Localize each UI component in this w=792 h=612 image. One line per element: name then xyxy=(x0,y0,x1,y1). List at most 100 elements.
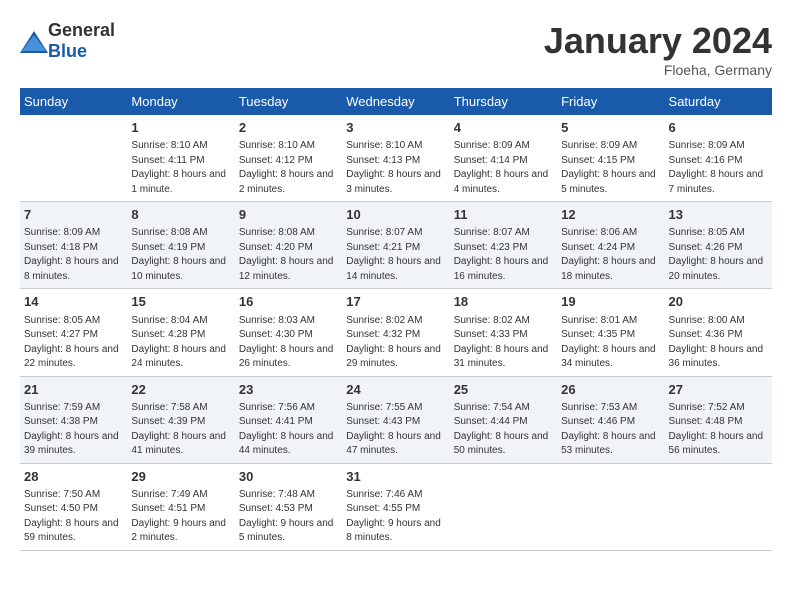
calendar-cell: 2 Sunrise: 8:10 AMSunset: 4:12 PMDaylight… xyxy=(235,115,342,202)
calendar-cell: 8 Sunrise: 8:08 AMSunset: 4:19 PMDaylight… xyxy=(127,202,234,289)
weekday-header-saturday: Saturday xyxy=(665,88,772,115)
day-number: 19 xyxy=(561,293,660,311)
day-info: Sunrise: 7:52 AMSunset: 4:48 PMDaylight:… xyxy=(669,401,768,459)
calendar-cell: 15 Sunrise: 8:04 AMSunset: 4:28 PMDayligh… xyxy=(127,289,234,376)
calendar-cell: 1 Sunrise: 8:10 AMSunset: 4:11 PMDaylight… xyxy=(127,115,234,202)
page-header: General Blue January 2024 Floeha, German… xyxy=(20,20,772,78)
day-info: Sunrise: 8:02 AMSunset: 4:32 PMDaylight:… xyxy=(346,314,445,372)
weekday-header-wednesday: Wednesday xyxy=(342,88,449,115)
day-number: 29 xyxy=(131,468,230,486)
day-number: 17 xyxy=(346,293,445,311)
logo-general: General xyxy=(48,20,115,40)
week-row-4: 21 Sunrise: 7:59 AMSunset: 4:38 PMDayligh… xyxy=(20,376,772,463)
day-info: Sunrise: 8:07 AMSunset: 4:21 PMDaylight:… xyxy=(346,226,445,284)
day-number: 23 xyxy=(239,381,338,399)
calendar-cell: 30 Sunrise: 7:48 AMSunset: 4:53 PMDayligh… xyxy=(235,463,342,550)
day-number: 5 xyxy=(561,119,660,137)
calendar-cell: 24Sunrise: 7:55 AMSunset: 4:43 PMDayligh… xyxy=(342,376,449,463)
calendar-cell: 19 Sunrise: 8:01 AMSunset: 4:35 PMDayligh… xyxy=(557,289,664,376)
day-info: Sunrise: 8:08 AMSunset: 4:20 PMDaylight:… xyxy=(239,226,338,284)
day-number: 7 xyxy=(24,206,123,224)
day-info: Sunrise: 8:04 AMSunset: 4:28 PMDaylight:… xyxy=(131,314,230,372)
calendar-cell xyxy=(450,463,557,550)
calendar-cell: 9 Sunrise: 8:08 AMSunset: 4:20 PMDaylight… xyxy=(235,202,342,289)
weekday-header-tuesday: Tuesday xyxy=(235,88,342,115)
day-number: 24 xyxy=(346,381,445,399)
day-number: 22 xyxy=(131,381,230,399)
day-info: Sunrise: 8:01 AMSunset: 4:35 PMDaylight:… xyxy=(561,314,660,372)
day-info: Sunrise: 7:50 AMSunset: 4:50 PMDaylight:… xyxy=(24,488,123,546)
day-number: 10 xyxy=(346,206,445,224)
day-info: Sunrise: 8:05 AMSunset: 4:27 PMDaylight:… xyxy=(24,314,123,372)
day-number: 26 xyxy=(561,381,660,399)
calendar-cell: 16Sunrise: 8:03 AMSunset: 4:30 PMDayligh… xyxy=(235,289,342,376)
day-number: 30 xyxy=(239,468,338,486)
day-number: 2 xyxy=(239,119,338,137)
weekday-header-thursday: Thursday xyxy=(450,88,557,115)
day-info: Sunrise: 8:05 AMSunset: 4:26 PMDaylight:… xyxy=(669,226,768,284)
day-number: 16 xyxy=(239,293,338,311)
calendar-table: SundayMondayTuesdayWednesdayThursdayFrid… xyxy=(20,88,772,551)
day-info: Sunrise: 7:53 AMSunset: 4:46 PMDaylight:… xyxy=(561,401,660,459)
day-info: Sunrise: 8:08 AMSunset: 4:19 PMDaylight:… xyxy=(131,226,230,284)
day-number: 21 xyxy=(24,381,123,399)
logo-icon xyxy=(20,31,44,51)
weekday-header-friday: Friday xyxy=(557,88,664,115)
day-number: 9 xyxy=(239,206,338,224)
day-number: 12 xyxy=(561,206,660,224)
calendar-cell: 28 Sunrise: 7:50 AMSunset: 4:50 PMDayligh… xyxy=(20,463,127,550)
day-info: Sunrise: 8:02 AMSunset: 4:33 PMDaylight:… xyxy=(454,314,553,372)
calendar-cell: 27Sunrise: 7:52 AMSunset: 4:48 PMDayligh… xyxy=(665,376,772,463)
calendar-cell: 23 Sunrise: 7:56 AMSunset: 4:41 PMDayligh… xyxy=(235,376,342,463)
day-info: Sunrise: 8:09 AMSunset: 4:14 PMDaylight:… xyxy=(454,139,553,197)
day-number: 15 xyxy=(131,293,230,311)
day-number: 4 xyxy=(454,119,553,137)
day-info: Sunrise: 8:10 AMSunset: 4:12 PMDaylight:… xyxy=(239,139,338,197)
day-info: Sunrise: 7:49 AMSunset: 4:51 PMDaylight:… xyxy=(131,488,230,546)
day-info: Sunrise: 8:09 AMSunset: 4:18 PMDaylight:… xyxy=(24,226,123,284)
day-info: Sunrise: 8:06 AMSunset: 4:24 PMDaylight:… xyxy=(561,226,660,284)
calendar-cell xyxy=(557,463,664,550)
day-number: 11 xyxy=(454,206,553,224)
day-info: Sunrise: 8:07 AMSunset: 4:23 PMDaylight:… xyxy=(454,226,553,284)
day-info: Sunrise: 7:56 AMSunset: 4:41 PMDaylight:… xyxy=(239,401,338,459)
calendar-cell: 3Sunrise: 8:10 AMSunset: 4:13 PMDaylight… xyxy=(342,115,449,202)
calendar-cell: 18Sunrise: 8:02 AMSunset: 4:33 PMDayligh… xyxy=(450,289,557,376)
day-info: Sunrise: 8:09 AMSunset: 4:16 PMDaylight:… xyxy=(669,139,768,197)
day-number: 28 xyxy=(24,468,123,486)
day-info: Sunrise: 8:09 AMSunset: 4:15 PMDaylight:… xyxy=(561,139,660,197)
calendar-cell: 25Sunrise: 7:54 AMSunset: 4:44 PMDayligh… xyxy=(450,376,557,463)
calendar-cell: 21 Sunrise: 7:59 AMSunset: 4:38 PMDayligh… xyxy=(20,376,127,463)
weekday-header-sunday: Sunday xyxy=(20,88,127,115)
week-row-3: 14 Sunrise: 8:05 AMSunset: 4:27 PMDayligh… xyxy=(20,289,772,376)
day-number: 20 xyxy=(669,293,768,311)
day-info: Sunrise: 8:10 AMSunset: 4:11 PMDaylight:… xyxy=(131,139,230,197)
day-info: Sunrise: 7:58 AMSunset: 4:39 PMDaylight:… xyxy=(131,401,230,459)
day-number: 6 xyxy=(669,119,768,137)
calendar-cell: 12 Sunrise: 8:06 AMSunset: 4:24 PMDayligh… xyxy=(557,202,664,289)
calendar-cell: 17 Sunrise: 8:02 AMSunset: 4:32 PMDayligh… xyxy=(342,289,449,376)
calendar-cell: 11 Sunrise: 8:07 AMSunset: 4:23 PMDayligh… xyxy=(450,202,557,289)
logo: General Blue xyxy=(20,20,115,62)
calendar-cell: 10 Sunrise: 8:07 AMSunset: 4:21 PMDayligh… xyxy=(342,202,449,289)
calendar-cell: 31 Sunrise: 7:46 AMSunset: 4:55 PMDayligh… xyxy=(342,463,449,550)
logo-blue: Blue xyxy=(48,41,87,61)
calendar-cell: 4 Sunrise: 8:09 AMSunset: 4:14 PMDaylight… xyxy=(450,115,557,202)
calendar-cell: 20Sunrise: 8:00 AMSunset: 4:36 PMDayligh… xyxy=(665,289,772,376)
day-info: Sunrise: 7:46 AMSunset: 4:55 PMDaylight:… xyxy=(346,488,445,546)
calendar-cell: 14 Sunrise: 8:05 AMSunset: 4:27 PMDayligh… xyxy=(20,289,127,376)
title-block: January 2024 Floeha, Germany xyxy=(544,20,772,78)
calendar-cell: 26 Sunrise: 7:53 AMSunset: 4:46 PMDayligh… xyxy=(557,376,664,463)
day-number: 31 xyxy=(346,468,445,486)
day-info: Sunrise: 7:59 AMSunset: 4:38 PMDaylight:… xyxy=(24,401,123,459)
calendar-cell: 5 Sunrise: 8:09 AMSunset: 4:15 PMDaylight… xyxy=(557,115,664,202)
weekday-header-monday: Monday xyxy=(127,88,234,115)
day-number: 13 xyxy=(669,206,768,224)
day-info: Sunrise: 7:48 AMSunset: 4:53 PMDaylight:… xyxy=(239,488,338,546)
day-number: 8 xyxy=(131,206,230,224)
calendar-cell xyxy=(20,115,127,202)
week-row-2: 7 Sunrise: 8:09 AMSunset: 4:18 PMDaylight… xyxy=(20,202,772,289)
weekday-header-row: SundayMondayTuesdayWednesdayThursdayFrid… xyxy=(20,88,772,115)
day-number: 1 xyxy=(131,119,230,137)
day-number: 14 xyxy=(24,293,123,311)
